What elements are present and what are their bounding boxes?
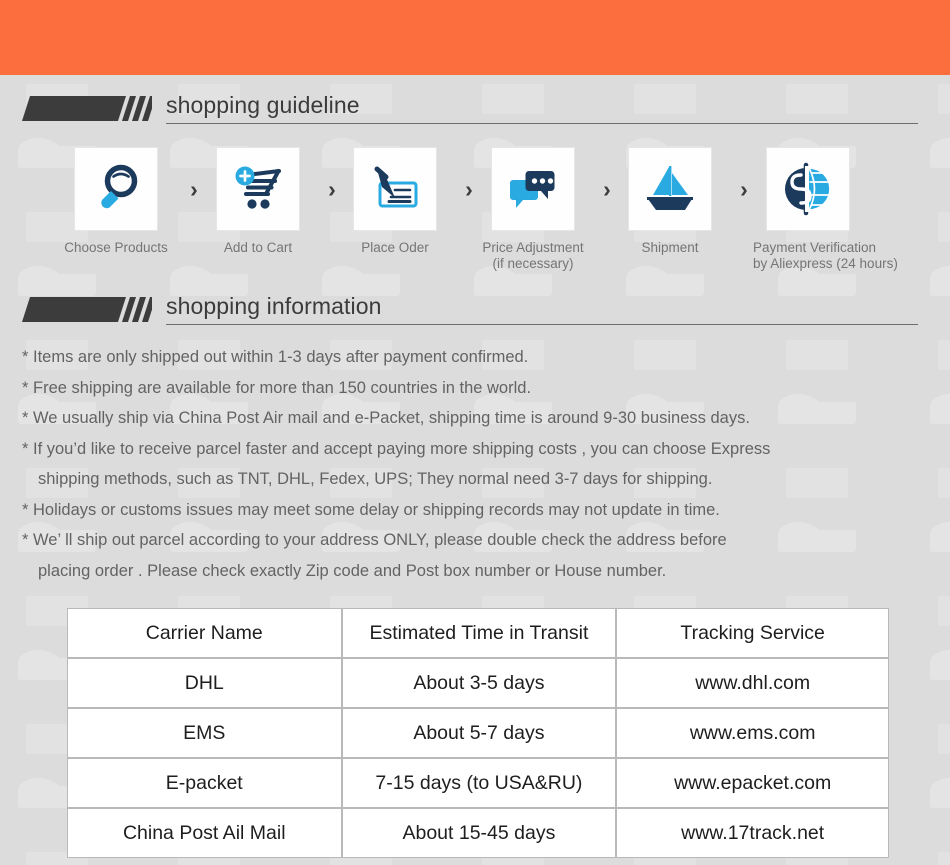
tracking-url-cell[interactable]: www.dhl.com xyxy=(616,658,889,708)
info-line: * Items are only shipped out within 1-3 … xyxy=(22,348,529,366)
tracking-url-cell[interactable]: www.epacket.com xyxy=(616,758,889,808)
banner-slashes-icon xyxy=(22,297,152,322)
step-label: Choose Products xyxy=(64,240,168,255)
table-header-cell: Carrier Name xyxy=(67,608,342,658)
step-label-secondary: (if necessary) xyxy=(492,256,574,271)
magnifier-icon xyxy=(101,164,138,209)
table-header-row: Carrier Name Estimated Time in Transit T… xyxy=(67,608,889,658)
add-to-cart-icon xyxy=(235,166,281,209)
pen-card-icon xyxy=(374,166,418,208)
step-icon-box xyxy=(629,148,711,230)
step-label: Shipment xyxy=(641,240,699,255)
transit-time-cell: About 15-45 days xyxy=(341,808,617,858)
transit-time-cell: About 5-7 days xyxy=(341,708,617,758)
tracking-url-cell[interactable]: www.17track.net xyxy=(616,808,889,858)
table-row: EMS About 5-7 days www.ems.com xyxy=(67,708,889,758)
sailboat-icon xyxy=(647,166,693,210)
info-line: * We’ ll ship out parcel according to yo… xyxy=(22,531,727,549)
info-line: * Free shipping are available for more t… xyxy=(22,378,532,397)
step-icon-box xyxy=(354,148,436,230)
banner-slashes-icon xyxy=(22,96,152,121)
transit-time-cell: About 3-5 days xyxy=(341,658,617,708)
step-icon-box xyxy=(217,148,299,230)
step-icon-box xyxy=(492,148,574,230)
section-rule xyxy=(166,123,918,124)
dollar-globe-icon xyxy=(785,162,831,216)
info-line: placing order . Please check exactly Zip… xyxy=(38,561,667,580)
table-row: China Post Ail Mail About 15-45 days www… xyxy=(67,808,889,858)
step-label: Add to Cart xyxy=(223,240,293,255)
section-header-guideline: shopping guideline xyxy=(22,92,918,130)
step-label: Payment Verification xyxy=(753,240,877,255)
step-label: Price Adjustment xyxy=(482,240,584,255)
info-line: * If you’d like to receive parcel faster… xyxy=(22,439,771,458)
info-line: * Holidays or customs issues may meet so… xyxy=(22,500,720,519)
step-icon-box xyxy=(767,148,849,230)
tracking-url-cell[interactable]: www.ems.com xyxy=(616,708,889,758)
table-row: E-packet 7-15 days (to USA&RU) www.epack… xyxy=(67,758,889,808)
chat-bubbles-icon xyxy=(510,171,555,208)
carrier-name-cell: DHL xyxy=(67,658,342,708)
step-add-to-cart[interactable]: Add to Cart xyxy=(203,148,313,256)
step-choose-products[interactable]: Choose Products xyxy=(61,148,171,256)
table-header-cell: Tracking Service xyxy=(616,608,889,658)
carrier-name-cell: EMS xyxy=(67,708,342,758)
carrier-name-cell: E-packet xyxy=(67,758,342,808)
section-header-information: shopping information xyxy=(22,293,918,331)
section-rule xyxy=(166,324,918,325)
section-title-information: shopping information xyxy=(166,293,382,319)
table-header-cell: Estimated Time in Transit xyxy=(341,608,617,658)
info-line: * We usually ship via China Post Air mai… xyxy=(22,409,750,427)
step-shipment[interactable]: Shipment xyxy=(615,148,725,256)
table-row: DHL About 3-5 days www.dhl.com xyxy=(67,658,889,708)
info-line: shipping methods, such as TNT, DHL, Fede… xyxy=(38,470,713,488)
step-icon-box xyxy=(75,148,157,230)
step-payment-verification[interactable]: Payment Verification by Aliexpress (24 h… xyxy=(753,148,898,272)
step-label-secondary: by Aliexpress (24 hours) xyxy=(753,256,898,271)
shipping-info-list: * Items are only shipped out within 1-3 … xyxy=(22,342,932,586)
carrier-name-cell: China Post Ail Mail xyxy=(67,808,342,858)
step-label: Place Oder xyxy=(361,240,429,255)
top-orange-band xyxy=(0,0,950,75)
step-price-adjustment[interactable]: Price Adjustment (if necessary) xyxy=(478,148,588,272)
shopping-steps-row: Choose Products › Add to Cart › Place Od… xyxy=(0,148,950,278)
transit-time-cell: 7-15 days (to USA&RU) xyxy=(341,758,617,808)
step-place-order[interactable]: Place Oder xyxy=(340,148,450,256)
carrier-table: Carrier Name Estimated Time in Transit T… xyxy=(67,608,889,858)
section-title-guideline: shopping guideline xyxy=(166,92,360,118)
